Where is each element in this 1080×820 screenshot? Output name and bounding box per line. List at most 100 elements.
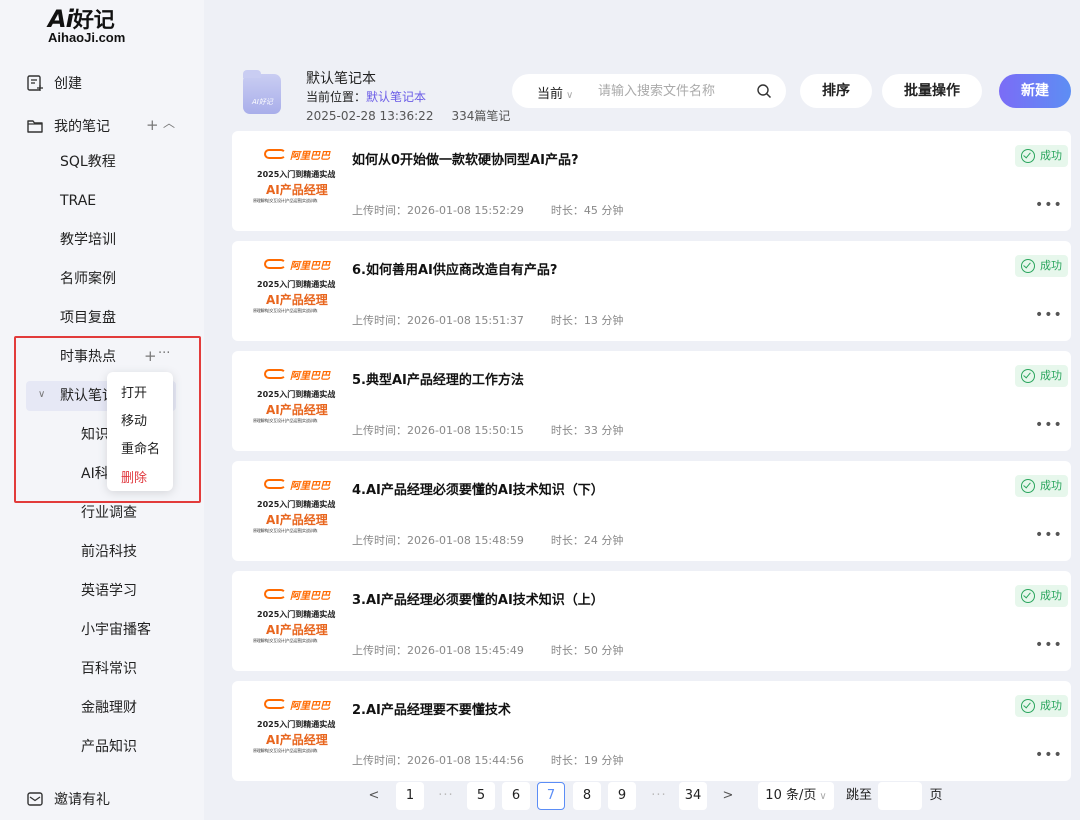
note-card[interactable]: 阿里巴巴 2025入门到精通实战 AI产品经理 原理解构|交互设计|产品运营|实战训练… xyxy=(232,131,1071,231)
thumbnail-line3: 原理解构|交互设计|产品运营|实战训练 xyxy=(253,528,318,533)
check-circle-icon xyxy=(1021,479,1035,493)
search-icon[interactable] xyxy=(756,83,772,99)
sidebar-item-review[interactable]: 项目复盘 xyxy=(60,307,116,329)
my-notes-collapse-icon[interactable]: ︿ xyxy=(163,114,175,131)
brand-logo-icon xyxy=(264,479,286,489)
page-button-8[interactable]: 8 xyxy=(573,782,601,810)
note-thumbnail: 阿里巴巴 2025入门到精通实战 AI产品经理 原理解构|交互设计|产品运营|实战训练 xyxy=(252,587,335,649)
more-options-icon[interactable]: ••• xyxy=(1035,197,1063,213)
sidebar-item-finance[interactable]: 金融理财 xyxy=(81,697,137,719)
more-options-icon[interactable]: ••• xyxy=(1035,747,1063,763)
status-text: 成功 xyxy=(1040,699,1062,712)
new-button[interactable]: 新建 xyxy=(999,74,1071,108)
status-badge: 成功 xyxy=(1015,255,1068,277)
my-notes-add-icon[interactable]: + xyxy=(146,116,159,134)
sidebar-item-industry[interactable]: 行业调查 xyxy=(81,502,137,524)
page-ellipsis[interactable]: ··· xyxy=(645,782,673,810)
context-menu: 打开 移动 重命名 删除 xyxy=(107,372,173,491)
sidebar-item-trae[interactable]: TRAE xyxy=(60,190,96,212)
more-options-icon[interactable]: ••• xyxy=(1035,527,1063,543)
upload-time: 上传时间：2026-01-08 15:51:37 xyxy=(352,314,524,327)
page-button-1[interactable]: 1 xyxy=(396,782,424,810)
thumbnail-line2: AI产品经理 xyxy=(266,623,328,637)
note-card[interactable]: 阿里巴巴 2025入门到精通实战 AI产品经理 原理解构|交互设计|产品运营|实战训练… xyxy=(232,461,1071,561)
duration: 时长：24 分钟 xyxy=(550,534,624,547)
batch-operation-button[interactable]: 批量操作 xyxy=(882,74,982,108)
app-logo[interactable]: Ai好记 AihaoJi.com xyxy=(48,4,125,45)
sidebar-item-encyclopedia[interactable]: 百科常识 xyxy=(81,658,137,680)
menu-item-rename[interactable]: 重命名 xyxy=(121,438,160,457)
search-input[interactable] xyxy=(598,81,748,101)
sidebar-item-english[interactable]: 英语学习 xyxy=(81,580,137,602)
note-thumbnail: 阿里巴巴 2025入门到精通实战 AI产品经理 原理解构|交互设计|产品运营|实战训练 xyxy=(252,477,336,539)
menu-item-open[interactable]: 打开 xyxy=(121,382,147,401)
sidebar-item-teaching[interactable]: 教学培训 xyxy=(60,229,116,251)
sidebar-item-podcast[interactable]: 小宇宙播客 xyxy=(81,619,151,641)
note-title[interactable]: 5.典型AI产品经理的工作方法 xyxy=(352,369,524,388)
duration: 时长：19 分钟 xyxy=(550,754,624,767)
breadcrumb-label: 当前位置： xyxy=(306,90,367,104)
thumbnail-line1: 2025入门到精通实战 xyxy=(257,500,336,509)
breadcrumb: 当前位置：默认笔记本 xyxy=(306,88,426,105)
note-thumbnail: 阿里巴巴 2025入门到精通实战 AI产品经理 原理解构|交互设计|产品运营|实战训练 xyxy=(252,147,335,209)
thumbnail-brand: 阿里巴巴 xyxy=(290,371,330,382)
create-label: 创建 xyxy=(54,76,82,92)
brand-logo-icon xyxy=(264,699,286,709)
status-badge: 成功 xyxy=(1015,585,1068,607)
sidebar-item-frontier[interactable]: 前沿科技 xyxy=(81,541,137,563)
next-page-button[interactable]: > xyxy=(716,782,740,810)
goto-page-input[interactable] xyxy=(878,782,922,810)
page-button-7[interactable]: 7 xyxy=(537,782,565,810)
sidebar-item-cases[interactable]: 名师案例 xyxy=(60,268,116,290)
search-scope-select[interactable]: 当前 ∨ xyxy=(537,83,573,102)
note-card[interactable]: 阿里巴巴 2025入门到精通实战 AI产品经理 原理解构|交互设计|产品运营|实战训练… xyxy=(232,241,1071,341)
menu-item-delete[interactable]: 删除 xyxy=(121,467,147,486)
thumbnail-line1: 2025入门到精通实战 xyxy=(257,390,336,399)
page-size-select[interactable]: 10 条/页 ∨ xyxy=(758,782,834,810)
sidebar-item-sql[interactable]: SQL教程 xyxy=(60,151,116,173)
thumbnail-brand: 阿里巴巴 xyxy=(290,481,330,492)
page-button-9[interactable]: 9 xyxy=(608,782,636,810)
page-button-34[interactable]: 34 xyxy=(679,782,707,810)
note-title[interactable]: 如何从0开始做一款软硬协同型AI产品? xyxy=(352,149,579,168)
check-circle-icon xyxy=(1021,259,1035,273)
notebook-timestamp: 2025-02-28 13:36:22 xyxy=(306,109,434,123)
breadcrumb-link[interactable]: 默认笔记本 xyxy=(366,90,426,104)
page-button-6[interactable]: 6 xyxy=(502,782,530,810)
more-options-icon[interactable]: ••• xyxy=(1035,417,1063,433)
note-card[interactable]: 阿里巴巴 2025入门到精通实战 AI产品经理 原理解构|交互设计|产品运营|实战训练… xyxy=(232,571,1071,671)
note-card[interactable]: 阿里巴巴 2025入门到精通实战 AI产品经理 原理解构|交互设计|产品运营|实战训练… xyxy=(232,351,1071,451)
note-thumbnail: 阿里巴巴 2025入门到精通实战 AI产品经理 原理解构|交互设计|产品运营|实战训练 xyxy=(252,697,335,759)
page-button-5[interactable]: 5 xyxy=(467,782,495,810)
note-title[interactable]: 6.如何善用AI供应商改造自有产品? xyxy=(352,259,557,278)
notebook-count: 334篇笔记 xyxy=(451,109,511,123)
search-bar: 当前 ∨ xyxy=(512,74,786,108)
note-title[interactable]: 4.AI产品经理必须要懂的AI技术知识（下） xyxy=(352,479,604,498)
note-title[interactable]: 2.AI产品经理要不要懂技术 xyxy=(352,699,511,718)
menu-item-move[interactable]: 移动 xyxy=(121,410,147,429)
more-options-icon[interactable]: ••• xyxy=(1035,307,1063,323)
note-meta: 上传时间：2026-01-08 15:51:37 时长：13 分钟 xyxy=(352,312,623,328)
thumbnail-line2: AI产品经理 xyxy=(266,403,328,417)
note-title[interactable]: 3.AI产品经理必须要懂的AI技术知识（上） xyxy=(352,589,604,608)
logo-domain: AihaoJi.com xyxy=(48,30,126,45)
note-meta: 上传时间：2026-01-08 15:50:15 时长：33 分钟 xyxy=(352,422,623,438)
sidebar-item-product[interactable]: 产品知识 xyxy=(81,736,137,758)
my-notes-label: 我的笔记 xyxy=(54,119,110,135)
create-nav-item[interactable]: 创建 xyxy=(26,71,82,95)
invite-nav-item[interactable]: 邀请有礼 xyxy=(26,787,110,811)
sort-button[interactable]: 排序 xyxy=(800,74,872,108)
page-title: 默认笔记本 xyxy=(306,71,376,87)
upload-time: 上传时间：2026-01-08 15:45:49 xyxy=(352,644,524,657)
thumbnail-brand: 阿里巴巴 xyxy=(290,591,330,602)
my-notes-nav-item[interactable]: 我的笔记 xyxy=(26,114,110,138)
page-ellipsis[interactable]: ··· xyxy=(432,782,460,810)
note-meta: 上传时间：2026-01-08 15:44:56 时长：19 分钟 xyxy=(352,752,623,768)
create-note-icon xyxy=(27,75,43,91)
note-card[interactable]: 阿里巴巴 2025入门到精通实战 AI产品经理 原理解构|交互设计|产品运营|实战训练… xyxy=(232,681,1071,781)
more-options-icon[interactable]: ••• xyxy=(1035,637,1063,653)
thumbnail-line3: 原理解构|交互设计|产品运营|实战训练 xyxy=(253,418,318,423)
chevron-down-icon: ∨ xyxy=(819,791,827,802)
prev-page-button[interactable]: < xyxy=(362,782,386,810)
status-badge: 成功 xyxy=(1015,145,1068,167)
